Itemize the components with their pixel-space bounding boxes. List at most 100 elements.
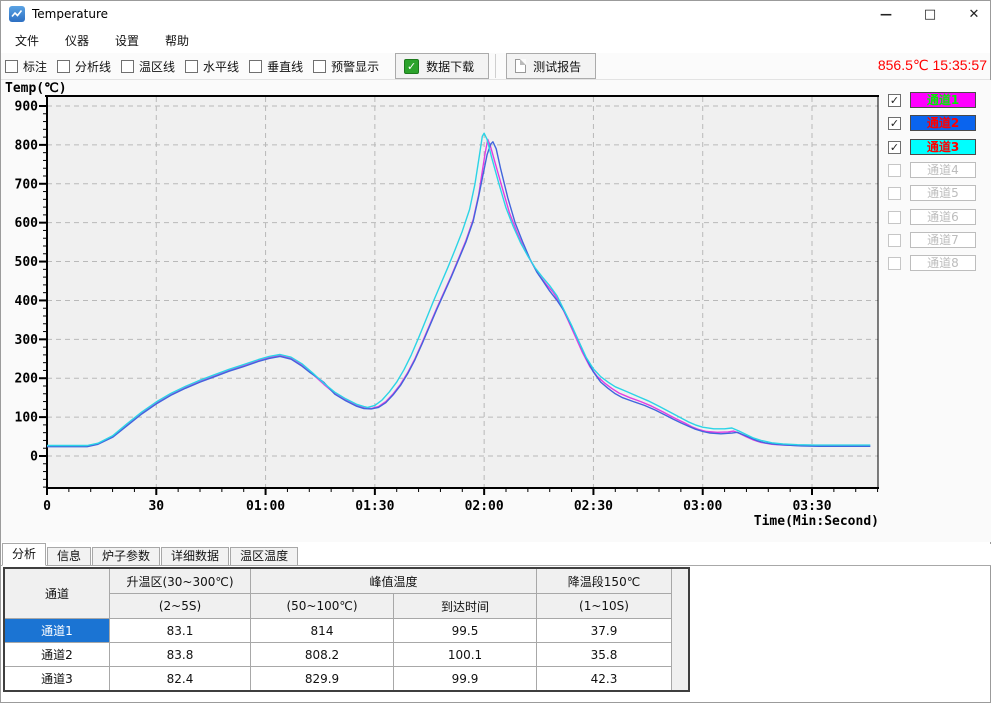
toolbar-checkbox-vertical-line[interactable]: 垂直线	[249, 58, 303, 75]
row-2-value-3: 100.1	[394, 643, 537, 667]
row-3-value-1: 82.4	[110, 667, 251, 692]
header-rise-sub: (2~5S)	[110, 594, 251, 619]
svg-text:700: 700	[15, 177, 39, 192]
header-cool-sub: (1~10S)	[537, 594, 672, 619]
channel-4-color-button[interactable]: 通道4	[910, 162, 976, 178]
row-2-value-2: 808.2	[251, 643, 394, 667]
channel-3-checkbox[interactable]: ✓	[888, 141, 901, 154]
app-icon	[9, 6, 25, 22]
legend-row-channel-8: 通道8	[888, 254, 976, 272]
download-check-icon: ✓	[404, 59, 419, 74]
menu-file[interactable]: 文件	[13, 30, 41, 51]
table-row-channel-3: 通道382.4829.999.942.3	[4, 667, 689, 692]
test-report-label: 测试报告	[533, 58, 581, 75]
channel-8-checkbox[interactable]	[888, 257, 901, 270]
svg-text:100: 100	[15, 411, 39, 426]
tab-详细数据[interactable]: 详细数据	[161, 547, 229, 565]
channel-4-checkbox[interactable]	[888, 164, 901, 177]
svg-text:500: 500	[15, 255, 39, 270]
zone-line-label: 温区线	[139, 58, 175, 75]
legend-row-channel-2: ✓ 通道2	[888, 114, 976, 132]
title-bar: Temperature — □ ✕	[1, 1, 990, 27]
maximize-button[interactable]: □	[913, 1, 947, 27]
svg-text:03:00: 03:00	[683, 499, 722, 514]
analysis-table-wrap: 通道 升温区(30~300℃) 峰值温度 降温段150℃ (2~5S) (50~…	[3, 567, 690, 692]
bottom-tab-bar: 分析信息炉子参数详细数据温区温度	[1, 544, 991, 566]
header-peak: 峰值温度	[251, 568, 537, 594]
channel-2-color-button[interactable]: 通道2	[910, 115, 976, 131]
tab-炉子参数[interactable]: 炉子参数	[92, 547, 160, 565]
toolbar-checkbox-annotation[interactable]: 标注	[5, 58, 47, 75]
channel-5-checkbox[interactable]	[888, 187, 901, 200]
toolbar-checkbox-zone-line[interactable]: 温区线	[121, 58, 175, 75]
annotation-checkbox[interactable]	[5, 60, 18, 73]
header-cool: 降温段150℃	[537, 568, 672, 594]
header-peak-sub1: (50~100℃)	[251, 594, 394, 619]
tab-信息[interactable]: 信息	[47, 547, 91, 565]
svg-text:300: 300	[15, 333, 39, 348]
minimize-button[interactable]: —	[869, 1, 903, 27]
test-report-button[interactable]: 测试报告	[506, 53, 596, 79]
header-rise: 升温区(30~300℃)	[110, 568, 251, 594]
row-2-value-1: 83.8	[110, 643, 251, 667]
svg-text:600: 600	[15, 216, 39, 231]
menu-instrument[interactable]: 仪器	[63, 30, 91, 51]
vertical-line-checkbox[interactable]	[249, 60, 262, 73]
close-button[interactable]: ✕	[957, 1, 991, 27]
tab-温区温度[interactable]: 温区温度	[230, 547, 298, 565]
analysis-table: 通道 升温区(30~300℃) 峰值温度 降温段150℃ (2~5S) (50~…	[3, 567, 690, 692]
row-channel-label-2[interactable]: 通道2	[4, 643, 110, 667]
legend-row-channel-4: 通道4	[888, 161, 976, 179]
annotation-label: 标注	[23, 58, 47, 75]
row-3-value-4: 42.3	[537, 667, 672, 692]
toolbar-checkbox-warning-display[interactable]: 预警显示	[313, 58, 379, 75]
channel-2-checkbox[interactable]: ✓	[888, 117, 901, 130]
menu-bar: 文件 仪器 设置 帮助	[1, 27, 990, 53]
horizontal-line-checkbox[interactable]	[185, 60, 198, 73]
analysis-line-checkbox[interactable]	[57, 60, 70, 73]
vertical-line-label: 垂直线	[267, 58, 303, 75]
report-document-icon	[515, 59, 526, 73]
svg-text:03:30: 03:30	[792, 499, 831, 514]
channel-5-color-button[interactable]: 通道5	[910, 185, 976, 201]
channel-6-checkbox[interactable]	[888, 211, 901, 224]
row-1-value-1: 83.1	[110, 619, 251, 643]
data-download-button[interactable]: ✓ 数据下载	[395, 53, 489, 79]
svg-text:800: 800	[15, 138, 39, 153]
row-2-value-4: 35.8	[537, 643, 672, 667]
toolbar-separator	[495, 54, 496, 78]
temperature-time-readout: 856.5℃ 15:35:57	[878, 57, 987, 74]
data-download-label: 数据下载	[426, 58, 474, 75]
table-row-channel-2: 通道283.8808.2100.135.8	[4, 643, 689, 667]
channel-7-checkbox[interactable]	[888, 234, 901, 247]
window-title: Temperature	[32, 7, 108, 21]
row-channel-label-3[interactable]: 通道3	[4, 667, 110, 692]
toolbar-checkbox-horizontal-line[interactable]: 水平线	[185, 58, 239, 75]
menu-help[interactable]: 帮助	[163, 30, 191, 51]
channel-7-color-button[interactable]: 通道7	[910, 232, 976, 248]
chart-region: 010020030040050060070080090003001:0001:3…	[1, 80, 991, 542]
analysis-line-label: 分析线	[75, 58, 111, 75]
warning-display-checkbox[interactable]	[313, 60, 326, 73]
row-3-value-3: 99.9	[394, 667, 537, 692]
channel-8-color-button[interactable]: 通道8	[910, 255, 976, 271]
svg-text:01:30: 01:30	[355, 499, 394, 514]
header-peak-sub2: 到达时间	[394, 594, 537, 619]
toolbar-checkbox-analysis-line[interactable]: 分析线	[57, 58, 111, 75]
zone-line-checkbox[interactable]	[121, 60, 134, 73]
svg-text:0: 0	[43, 499, 51, 514]
svg-text:400: 400	[15, 294, 39, 309]
tab-分析[interactable]: 分析	[2, 543, 46, 566]
x-axis-title: Time(Min:Second)	[754, 514, 879, 529]
channel-1-color-button[interactable]: 通道1	[910, 92, 976, 108]
svg-text:01:00: 01:00	[246, 499, 285, 514]
channel-6-color-button[interactable]: 通道6	[910, 209, 976, 225]
table-row-channel-1: 通道183.181499.537.9	[4, 619, 689, 643]
channel-1-checkbox[interactable]: ✓	[888, 94, 901, 107]
svg-text:02:00: 02:00	[465, 499, 504, 514]
chart-canvas[interactable]: 010020030040050060070080090003001:0001:3…	[1, 80, 991, 542]
table-header-row: 通道 升温区(30~300℃) 峰值温度 降温段150℃	[4, 568, 689, 594]
row-channel-label-1[interactable]: 通道1	[4, 619, 110, 643]
menu-settings[interactable]: 设置	[113, 30, 141, 51]
channel-3-color-button[interactable]: 通道3	[910, 139, 976, 155]
